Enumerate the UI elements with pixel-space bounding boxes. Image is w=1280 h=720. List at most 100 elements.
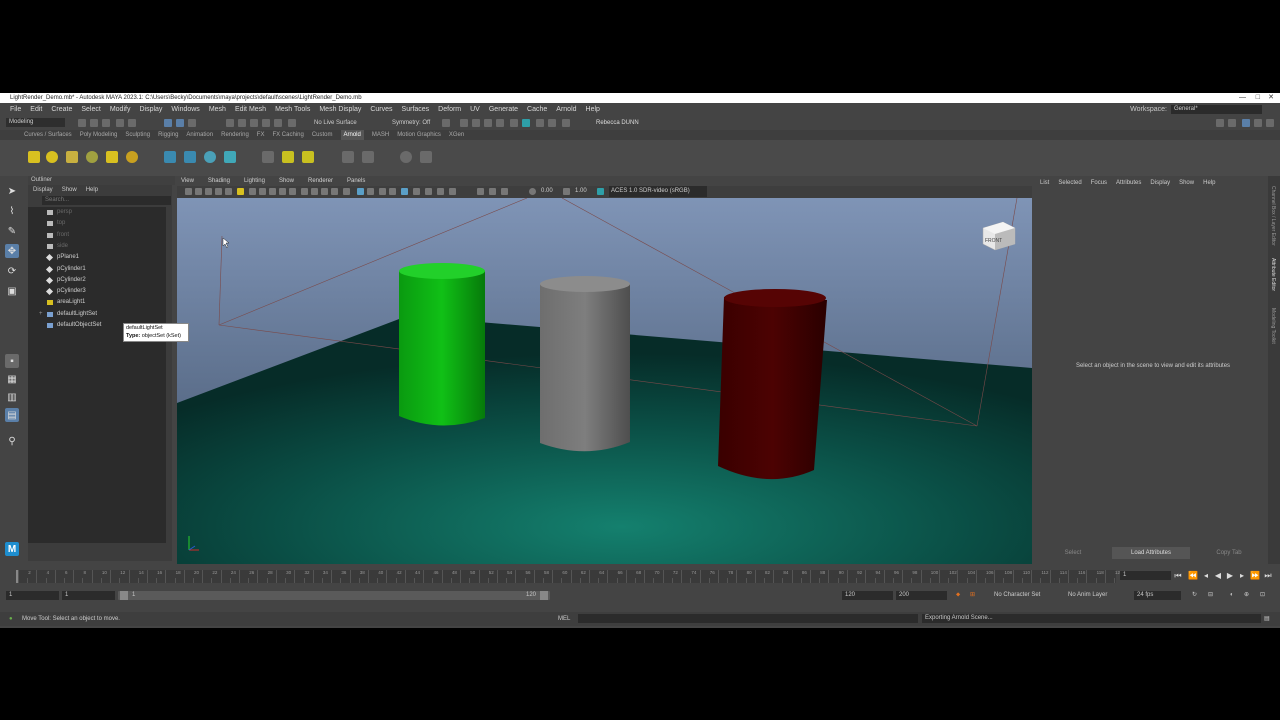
depth-of-field-icon[interactable] bbox=[331, 188, 338, 195]
outliner-menu-show[interactable]: Show bbox=[62, 185, 77, 195]
shelf-tab-poly-modeling[interactable]: Poly Modeling bbox=[80, 130, 118, 140]
scene-start-input[interactable]: 1 bbox=[6, 591, 59, 600]
menu-file[interactable]: File bbox=[10, 103, 21, 116]
screen-space-icon[interactable] bbox=[425, 188, 432, 195]
open-scene-icon[interactable] bbox=[90, 119, 98, 127]
move-tool-icon[interactable]: ✥ bbox=[5, 244, 19, 258]
character-set-dropdown[interactable]: No Character Set bbox=[994, 591, 1040, 600]
attr-menu-selected[interactable]: Selected bbox=[1058, 180, 1081, 186]
panel-layout-three-icon[interactable] bbox=[501, 188, 508, 195]
textured-icon[interactable] bbox=[269, 188, 276, 195]
procedural-icon[interactable] bbox=[224, 151, 236, 163]
wire-on-shaded-icon[interactable] bbox=[389, 188, 396, 195]
history-icon[interactable] bbox=[442, 119, 450, 127]
menu-create[interactable]: Create bbox=[51, 103, 72, 116]
outliner-item-pplane1[interactable]: pPlane1 bbox=[28, 252, 166, 263]
lasso-tool-icon[interactable]: ⌇ bbox=[5, 204, 19, 218]
area-light-icon[interactable] bbox=[28, 151, 40, 163]
bookmark-icon[interactable] bbox=[195, 188, 202, 195]
wireframe-icon[interactable] bbox=[249, 188, 256, 195]
current-frame-input[interactable]: 1 bbox=[1120, 571, 1171, 580]
menu-mesh[interactable]: Mesh bbox=[209, 103, 226, 116]
outliner-item-persp[interactable]: persp bbox=[28, 207, 166, 218]
render-icon[interactable] bbox=[548, 119, 556, 127]
color-management-icon[interactable] bbox=[597, 188, 604, 195]
maya-home-icon[interactable]: M bbox=[5, 542, 19, 556]
modeling-toolkit-tab[interactable]: Modeling Toolkit bbox=[1270, 308, 1276, 344]
load-attributes-button[interactable]: Load Attributes bbox=[1112, 547, 1190, 559]
hypershade-icon[interactable] bbox=[510, 119, 518, 127]
gamma-value[interactable]: 1.00 bbox=[575, 186, 587, 197]
arnold-renderview-icon[interactable] bbox=[522, 119, 530, 127]
ambient-occlusion-icon[interactable] bbox=[301, 188, 308, 195]
menu-set-dropdown[interactable]: Modeling bbox=[6, 118, 65, 127]
xray-icon[interactable] bbox=[357, 188, 364, 195]
viewport-menu-renderer[interactable]: Renderer bbox=[308, 176, 333, 186]
spot-light-icon[interactable] bbox=[66, 151, 78, 163]
shelf-tab-rendering[interactable]: Rendering bbox=[221, 130, 249, 140]
light-manager-icon[interactable] bbox=[282, 151, 294, 163]
zoom-search-icon[interactable]: ⚲ bbox=[5, 434, 19, 448]
viewport-menu-show[interactable]: Show bbox=[279, 176, 294, 186]
smooth-shade-icon[interactable] bbox=[259, 188, 266, 195]
tx-manager-icon[interactable] bbox=[342, 151, 354, 163]
menu-arnold[interactable]: Arnold bbox=[556, 103, 576, 116]
shelf-tab-sculpting[interactable]: Sculpting bbox=[125, 130, 150, 140]
channel-box-tab[interactable]: Channel Box / Layer Editor bbox=[1270, 186, 1276, 246]
menu-help[interactable]: Help bbox=[586, 103, 600, 116]
channel-box-toggle-icon[interactable] bbox=[1254, 119, 1262, 127]
camera-attributes-icon[interactable] bbox=[185, 188, 192, 195]
key-settings-icon[interactable]: ⊟ bbox=[1208, 591, 1213, 600]
shelf-tab-custom[interactable]: Custom bbox=[312, 130, 333, 140]
playback-start-input[interactable]: 1 bbox=[62, 591, 115, 600]
workspace-dropdown[interactable]: General* bbox=[1171, 105, 1262, 114]
menu-mesh-tools[interactable]: Mesh Tools bbox=[275, 103, 310, 116]
close-button[interactable]: ✕ bbox=[1268, 93, 1274, 103]
workspace-selector[interactable]: Workspace: General* bbox=[1130, 105, 1262, 114]
timeline-track[interactable]: 2 4 6 8 10 12 14 16 18 20 22 24 26 28 30 32 34 36 38 40 42 44… bbox=[16, 570, 1123, 583]
step-forward-key-icon[interactable]: ⏩ bbox=[1250, 571, 1260, 581]
select-hierarchy-icon[interactable] bbox=[164, 119, 172, 127]
outliner-menu-display[interactable]: Display bbox=[33, 185, 53, 195]
persp-outliner-icon[interactable]: ▤ bbox=[5, 408, 19, 422]
motion-blur-icon[interactable] bbox=[311, 188, 318, 195]
playback-end-input[interactable]: 120 bbox=[842, 591, 893, 600]
isolate-select-icon[interactable] bbox=[343, 188, 350, 195]
shelf-tab-animation[interactable]: Animation bbox=[186, 130, 213, 140]
colorspace-dropdown[interactable]: ACES 1.0 SDR-video (sRGB) bbox=[609, 186, 707, 197]
high-quality-icon[interactable] bbox=[413, 188, 420, 195]
step-forward-frame-icon[interactable]: ▸ bbox=[1238, 571, 1246, 581]
user-account[interactable]: Rebecca DUNN bbox=[596, 117, 639, 129]
point-light-icon[interactable] bbox=[46, 151, 58, 163]
menu-mesh-display[interactable]: Mesh Display bbox=[319, 103, 361, 116]
resolution-gate-icon[interactable] bbox=[225, 188, 232, 195]
shelf-tab-mash[interactable]: MASH bbox=[372, 130, 389, 140]
outliner-search-input[interactable]: Search... bbox=[42, 196, 171, 205]
menu-display[interactable]: Display bbox=[139, 103, 162, 116]
snap-point-icon[interactable] bbox=[250, 119, 258, 127]
antialias-icon[interactable] bbox=[321, 188, 328, 195]
playback-speed-icon[interactable]: ⊕ bbox=[1244, 591, 1249, 600]
go-to-start-icon[interactable]: ⏮ bbox=[1174, 571, 1182, 581]
snap-view-icon[interactable] bbox=[262, 119, 270, 127]
standin-icon[interactable] bbox=[164, 151, 176, 163]
gamma-icon[interactable] bbox=[563, 188, 570, 195]
paint-select-icon[interactable]: ✎ bbox=[5, 224, 19, 238]
attr-menu-help[interactable]: Help bbox=[1203, 180, 1215, 186]
xray-joints-icon[interactable] bbox=[367, 188, 374, 195]
maximize-button[interactable]: □ bbox=[1256, 93, 1260, 103]
step-back-frame-icon[interactable]: ◂ bbox=[1202, 571, 1210, 581]
menu-select[interactable]: Select bbox=[81, 103, 100, 116]
shelf-tab-rigging[interactable]: Rigging bbox=[158, 130, 178, 140]
outliner-item-front[interactable]: front bbox=[28, 230, 166, 241]
scene-end-input[interactable]: 200 bbox=[896, 591, 947, 600]
tool-settings-toggle-icon[interactable] bbox=[1266, 119, 1274, 127]
attr-menu-display[interactable]: Display bbox=[1150, 180, 1170, 186]
panel-layout-icon[interactable] bbox=[477, 188, 484, 195]
physical-sky-icon[interactable] bbox=[126, 151, 138, 163]
mesh-light-icon[interactable] bbox=[106, 151, 118, 163]
outliner-item-defaultlightset[interactable]: + defaultLightSet bbox=[28, 309, 166, 320]
scale-tool-icon[interactable]: ▣ bbox=[5, 284, 19, 298]
outliner-item-pcylinder3[interactable]: pCylinder3 bbox=[28, 286, 166, 297]
layout-icon[interactable] bbox=[1216, 119, 1224, 127]
